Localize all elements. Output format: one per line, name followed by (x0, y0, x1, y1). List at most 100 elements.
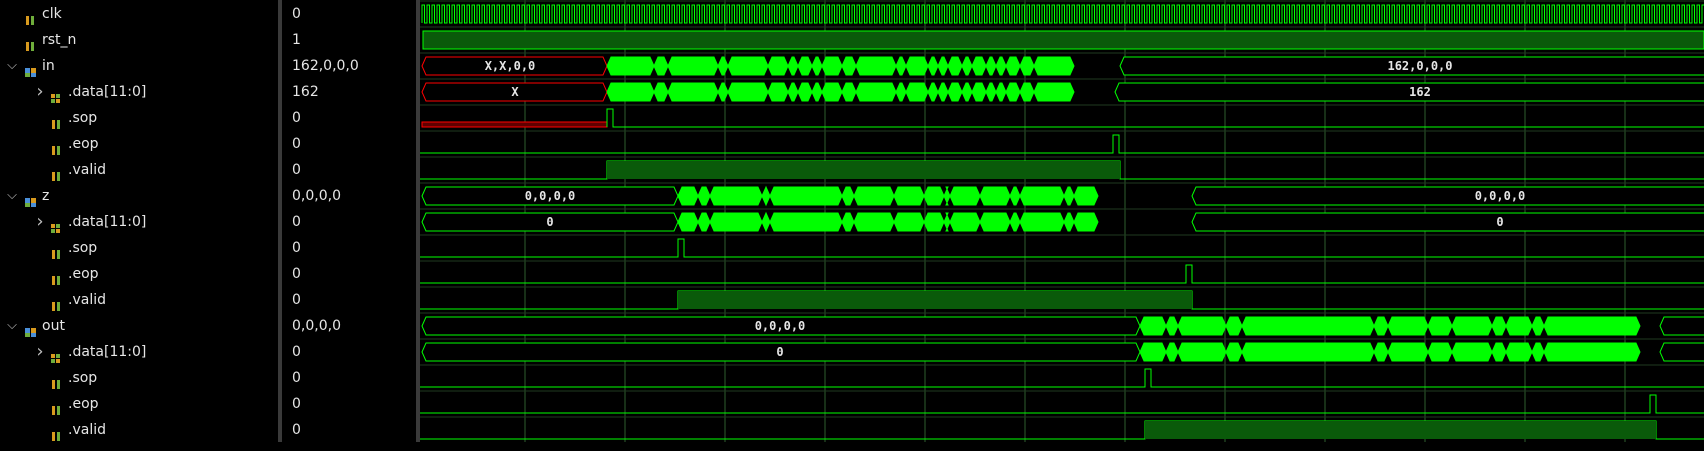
z-active-segment (853, 186, 895, 206)
in-active-segment (653, 56, 669, 76)
out-sop-waveform (420, 368, 1704, 388)
in-data-active-segment (855, 82, 897, 102)
signal-row-out_eop[interactable]: .eop (0, 391, 278, 417)
z-active-segment (979, 186, 1011, 206)
z-active-segment (841, 186, 855, 206)
z-data-active-segment (1009, 212, 1021, 232)
out-data-active-segment (1451, 342, 1493, 362)
signal-row-z[interactable]: ⌵ z (0, 183, 278, 209)
z-data-start-label: 0 (546, 215, 553, 229)
z-sop-waveform (420, 238, 1704, 258)
z-active-segment (677, 186, 699, 206)
signal-row-out_data[interactable]: › .data[11:0] (0, 339, 278, 365)
expand-chevron-icon[interactable]: › (34, 209, 46, 235)
struct-signal-icon (24, 191, 38, 207)
z-data-active-segment (1019, 212, 1065, 232)
in-active-segment (767, 56, 789, 76)
out-data-active-segment (1373, 342, 1389, 362)
out-active-segment (1373, 316, 1389, 336)
z-active-segment (769, 186, 843, 206)
signal-row-in_eop[interactable]: .eop (0, 131, 278, 157)
z-data-active-segment (709, 212, 763, 232)
collapse-chevron-icon[interactable]: ⌵ (6, 183, 18, 209)
signal-row-z_sop[interactable]: .sop (0, 235, 278, 261)
in-data-active-segment (1033, 82, 1075, 102)
out-active-segment (1177, 316, 1227, 336)
signal-row-rst_n[interactable]: rst_n (0, 27, 278, 53)
out-active-segment (1387, 316, 1429, 336)
z-data-active-segment (853, 212, 895, 232)
signal-value-in_valid: 0 (292, 162, 301, 178)
z-data-active-segment (761, 211, 771, 233)
signal-row-z_data[interactable]: › .data[11:0] (0, 209, 278, 235)
collapse-chevron-icon[interactable]: ⌵ (6, 53, 18, 79)
in-active-segment (971, 56, 987, 76)
signal-name-label: .sop (68, 370, 98, 386)
signal-name-label: .valid (68, 292, 106, 308)
in-data-active-segment (841, 82, 857, 102)
signal-name-label: .valid (68, 162, 106, 178)
signal-row-clk[interactable]: clk (0, 1, 278, 27)
in-active-segment (937, 56, 949, 76)
z-end-segment (1191, 186, 1704, 206)
signal-row-in_data[interactable]: › .data[11:0] (0, 79, 278, 105)
z-data-active-segment (1063, 212, 1075, 232)
z-data-active-segment (677, 212, 699, 232)
in-data-active-segment (653, 82, 669, 102)
in-active-segment (855, 56, 897, 76)
in-active-segment (667, 56, 719, 76)
out-data-active-segment (1225, 342, 1243, 362)
signal-row-z_eop[interactable]: .eop (0, 261, 278, 287)
in-active-segment (947, 56, 963, 76)
z-active-segment (1073, 186, 1099, 206)
in-end-label: 162,0,0,0 (1387, 59, 1452, 73)
in-data-active-segment (811, 82, 823, 102)
in-data-active-segment (717, 82, 729, 102)
in-active-segment (606, 56, 655, 76)
in-data-active-segment (985, 82, 997, 102)
signal-name-label: .data[11:0] (68, 84, 147, 100)
z-data-active-segment (769, 212, 843, 232)
z-end-label: 0,0,0,0 (1475, 189, 1526, 203)
signal-row-out[interactable]: ⌵ out (0, 313, 278, 339)
signal-value-z: 0,0,0,0 (292, 188, 341, 204)
struct-signal-icon (24, 61, 38, 77)
in-data-active-segment (787, 82, 799, 102)
signal-name-label: clk (42, 6, 62, 22)
signal-value-z_valid: 0 (292, 292, 301, 308)
signal-name-label: .data[11:0] (68, 214, 147, 230)
z-data-active-segment (979, 212, 1011, 232)
signal-name-panel: clk rst_n ⌵ in › .data[11:0] .sop .eop .valid ⌵ z ›… (0, 0, 278, 442)
in-data-active-segment (905, 82, 929, 102)
signal-row-in_sop[interactable]: .sop (0, 105, 278, 131)
z-active-segment (1009, 186, 1021, 206)
struct-signal-icon (24, 321, 38, 337)
expand-chevron-icon[interactable]: › (34, 339, 46, 365)
z-eop-waveform (420, 264, 1704, 284)
signal-value-out_sop: 0 (292, 370, 301, 386)
signal-row-in_valid[interactable]: .valid (0, 157, 278, 183)
signal-row-out_sop[interactable]: .sop (0, 365, 278, 391)
out-data-active-segment (1543, 342, 1641, 362)
in-data-active-segment (947, 82, 963, 102)
signal-row-z_valid[interactable]: .valid (0, 287, 278, 313)
wire-signal-icon (50, 399, 64, 415)
signal-name-label: .sop (68, 110, 98, 126)
z-data-active-segment (923, 212, 945, 232)
signal-row-out_valid[interactable]: .valid (0, 417, 278, 443)
collapse-chevron-icon[interactable]: ⌵ (6, 313, 18, 339)
clk-waveform (421, 4, 1704, 24)
signal-value-in_eop: 0 (292, 136, 301, 152)
out-active-segment (1531, 316, 1545, 336)
wire-signal-icon (50, 113, 64, 129)
z-active-segment (1063, 186, 1075, 206)
z-data-active-segment (697, 212, 711, 232)
in-data-active-segment (961, 82, 973, 102)
in-valid-waveform-fill (607, 161, 1120, 179)
wire-signal-icon (50, 425, 64, 441)
signal-name-label: out (42, 318, 65, 334)
expand-chevron-icon[interactable]: › (34, 79, 46, 105)
waveform-panel[interactable]: X,X,0,0 162,0,0,0 X 162 0,0,0,0 0,0,0,0 0 0 0,0,… (420, 0, 1704, 444)
wire-signal-icon (24, 35, 38, 51)
signal-row-in[interactable]: ⌵ in (0, 53, 278, 79)
